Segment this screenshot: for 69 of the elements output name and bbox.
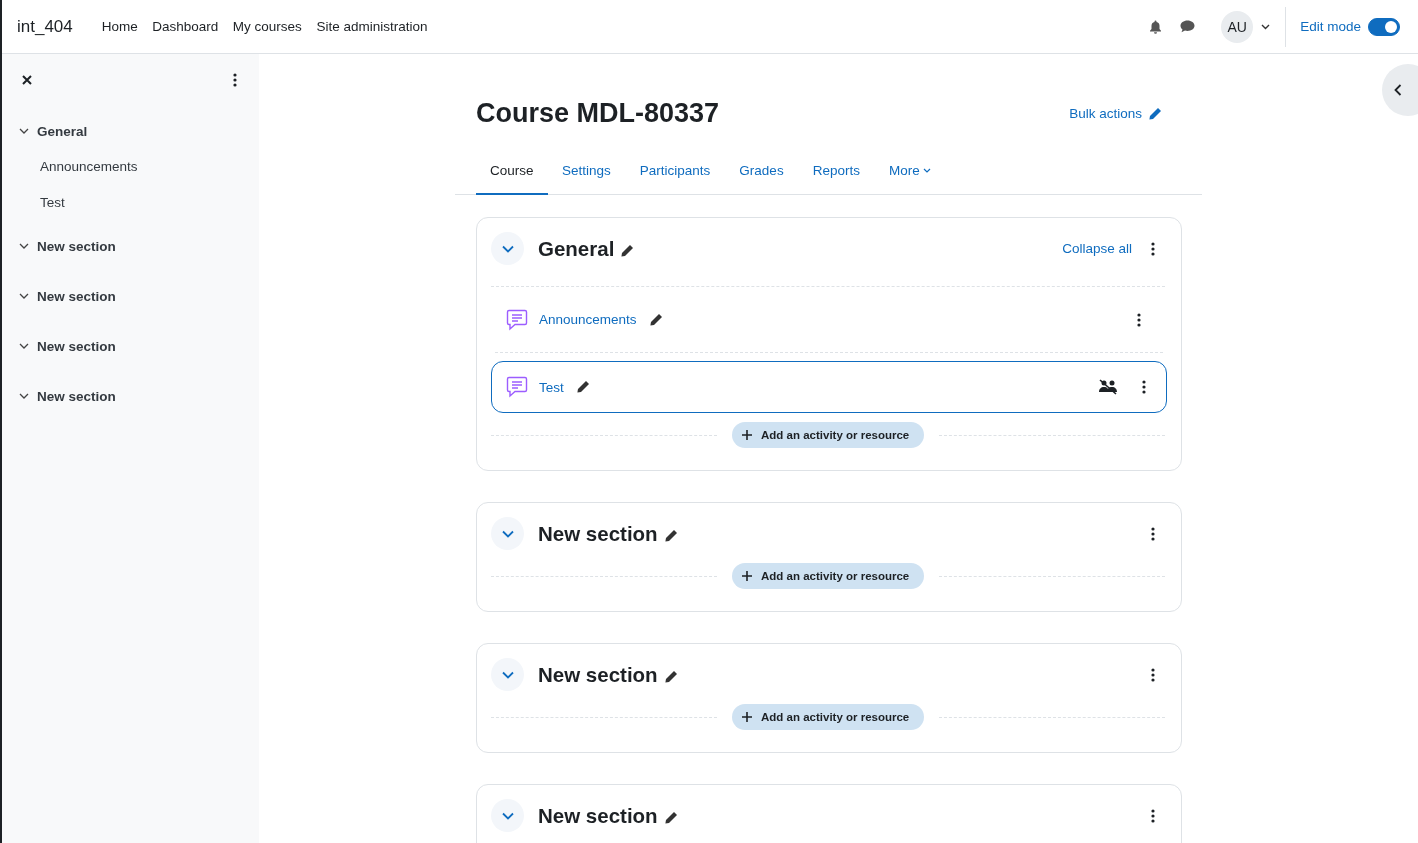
chevron-icon[interactable] <box>501 529 514 538</box>
more-options-icon[interactable] <box>1137 312 1141 327</box>
edit-mode-label: Edit mode <box>1300 19 1361 34</box>
pencil-icon[interactable] <box>663 810 678 825</box>
section-title: General <box>538 236 615 261</box>
add-activity-button[interactable]: Add an activity or resource <box>732 704 924 730</box>
forum-icon <box>505 375 529 399</box>
plus-icon[interactable] <box>742 712 752 722</box>
section-title: New section <box>538 803 658 828</box>
pencil-icon[interactable] <box>663 669 678 684</box>
course-index-section[interactable]: New section <box>37 388 116 404</box>
course-tab[interactable]: Course <box>476 147 548 195</box>
chat-bubble-icon[interactable] <box>1180 20 1196 33</box>
course-tab[interactable]: Reports <box>798 147 875 195</box>
pencil-icon[interactable] <box>663 528 678 543</box>
pencil-icon[interactable] <box>575 380 590 394</box>
more-options-icon[interactable] <box>1151 667 1155 682</box>
pencil-icon[interactable] <box>648 312 663 327</box>
user-avatar[interactable]: AU <box>1221 10 1254 43</box>
chevron-icon[interactable] <box>19 292 29 300</box>
course-index-section[interactable]: General <box>37 123 88 139</box>
add-activity-button[interactable]: Add an activity or resource <box>732 422 924 448</box>
more-options-icon[interactable] <box>1151 526 1155 541</box>
section-title: New section <box>538 521 658 546</box>
activity-row[interactable]: Announcements <box>495 287 1163 353</box>
chevron-icon[interactable] <box>19 242 29 250</box>
nav-link[interactable]: My courses <box>232 19 302 34</box>
close-icon[interactable] <box>22 75 32 85</box>
course-title: Course MDL-80337 <box>476 98 721 129</box>
pencil-icon[interactable] <box>1148 106 1162 121</box>
forum-icon <box>505 307 529 332</box>
chevron-icon[interactable] <box>19 392 29 400</box>
activity-link[interactable]: Test <box>539 379 564 395</box>
course-index-item[interactable]: Test <box>19 192 259 214</box>
more-options-icon[interactable] <box>233 73 237 87</box>
course-tab[interactable]: Participants <box>625 147 725 195</box>
course-tab[interactable]: More <box>874 147 946 195</box>
more-options-icon[interactable] <box>1142 380 1146 394</box>
plus-icon[interactable] <box>742 430 752 440</box>
chevron-left-icon[interactable] <box>1394 84 1402 96</box>
more-options-icon[interactable] <box>1151 241 1155 256</box>
edit-mode-toggle[interactable] <box>1368 17 1400 36</box>
plus-icon[interactable] <box>742 571 752 581</box>
nav-link[interactable]: Dashboard <box>152 19 219 34</box>
course-index-item[interactable]: Announcements <box>19 156 259 178</box>
caret-icon[interactable] <box>1261 23 1271 30</box>
chevron-icon[interactable] <box>501 244 514 253</box>
chevron-icon[interactable] <box>501 670 514 679</box>
activity-row-highlighted[interactable]: Test <box>491 361 1167 413</box>
more-options-icon[interactable] <box>1151 808 1155 823</box>
pencil-icon[interactable] <box>620 243 635 258</box>
collapse-all-link[interactable]: Collapse all <box>1062 241 1132 256</box>
site-name[interactable]: int_404 <box>17 16 73 37</box>
caret-icon[interactable] <box>922 167 931 173</box>
bulk-actions-link[interactable]: Bulk actions <box>1069 106 1142 121</box>
course-tab[interactable]: Settings <box>547 147 626 195</box>
bell-icon[interactable] <box>1149 19 1163 34</box>
chevron-icon[interactable] <box>501 811 514 820</box>
course-index-section[interactable]: New section <box>37 338 116 354</box>
course-index-section[interactable]: New section <box>37 238 116 254</box>
section-title: New section <box>538 662 658 687</box>
add-activity-button[interactable]: Add an activity or resource <box>732 563 924 589</box>
chevron-icon[interactable] <box>19 342 29 350</box>
course-tab[interactable]: Grades <box>724 147 799 195</box>
activity-link[interactable]: Announcements <box>539 312 637 327</box>
nav-link[interactable]: Site administration <box>316 19 428 34</box>
nav-link[interactable]: Home <box>101 19 138 34</box>
course-index-section[interactable]: New section <box>37 288 116 304</box>
chevron-icon[interactable] <box>19 127 29 135</box>
